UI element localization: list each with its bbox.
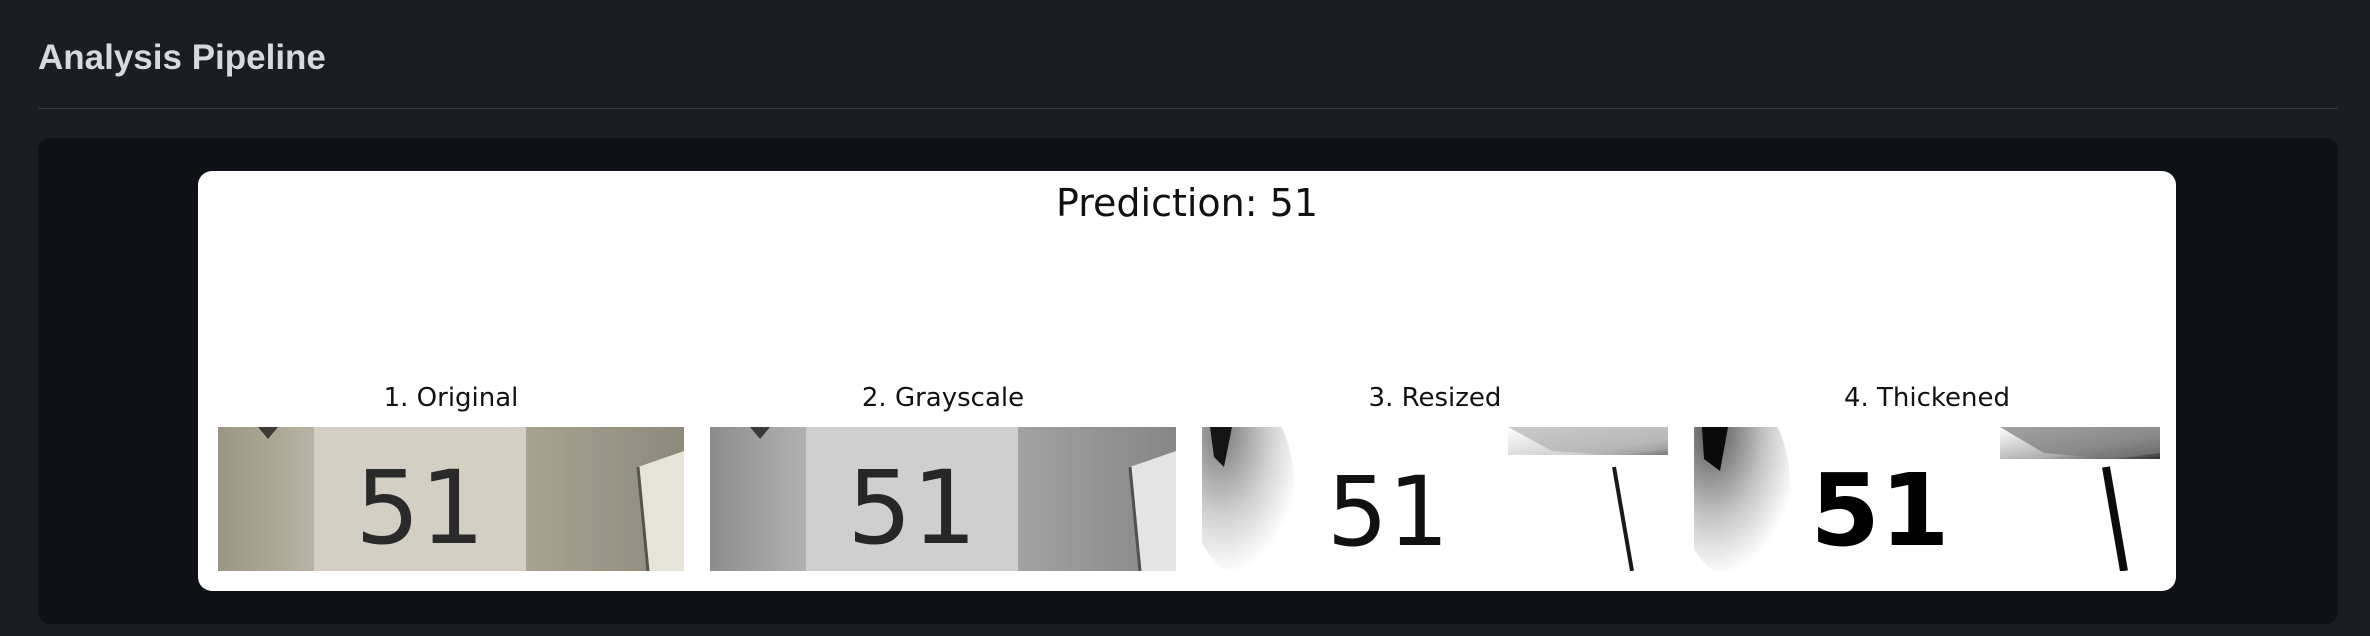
digit-grayscale: 51 bbox=[847, 449, 977, 568]
section-divider bbox=[38, 108, 2338, 109]
subplot-title-resized: 3. Resized bbox=[1368, 383, 1502, 413]
subplot-title-grayscale: 2. Grayscale bbox=[861, 383, 1025, 413]
subplot-title-thickened: 4. Thickened bbox=[1843, 383, 2011, 413]
image-original: 51 bbox=[218, 427, 684, 571]
image-grayscale: 51 bbox=[710, 427, 1176, 571]
image-resized: 51 bbox=[1202, 427, 1668, 571]
digit-original: 51 bbox=[355, 449, 485, 568]
prediction-title: Prediction: 51 bbox=[1055, 181, 1318, 225]
image-thickened: 51 bbox=[1694, 427, 2160, 571]
digit-thickened: 51 bbox=[1810, 452, 1949, 569]
digit-resized: 51 bbox=[1327, 456, 1449, 568]
section-title: Analysis Pipeline bbox=[38, 38, 326, 77]
pipeline-figure: Prediction: 51 1. Original 51 2. Graysca… bbox=[198, 171, 2176, 591]
subplot-title-original: 1. Original bbox=[383, 383, 519, 413]
